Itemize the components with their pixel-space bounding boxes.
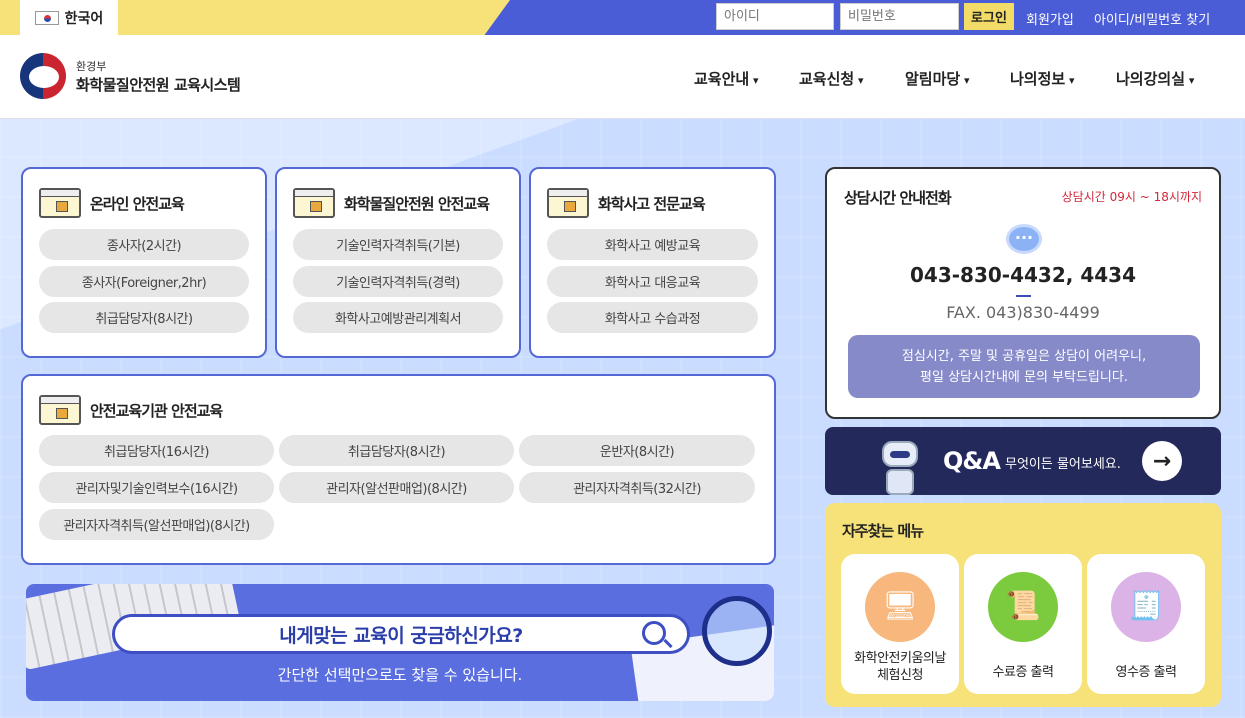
- qna-banner[interactable]: Q&A 무엇이든 물어보세요. →: [825, 427, 1221, 495]
- course-item[interactable]: 운반자(8시간): [519, 435, 755, 466]
- robot-icon: [870, 433, 930, 495]
- course-item[interactable]: 관리자자격취득(32시간): [519, 472, 755, 503]
- course-item[interactable]: 기술인력자격취득(경력): [293, 266, 503, 297]
- frequent-menu: 자주찾는 메뉴 🖥 화학안전키움의날 체험신청 📜 수료증 출력 🧾 영수증 출…: [825, 503, 1221, 707]
- site-title[interactable]: 화학물질안전원 교육시스템: [76, 74, 241, 95]
- frequent-item-receipt[interactable]: 🧾 영수증 출력: [1087, 554, 1205, 694]
- course-card-institute: 화학물질안전원 안전교육 기술인력자격취득(기본) 기술인력자격취득(경력) 화…: [275, 167, 521, 358]
- nav-education-info[interactable]: 교육안내: [694, 68, 759, 89]
- course-item[interactable]: 화학사고예방관리계획서: [293, 302, 503, 333]
- banner-subtext: 간단한 선택만으로도 찾을 수 있습니다.: [277, 666, 523, 684]
- monitor-icon: 🖥: [865, 572, 935, 642]
- course-card-online: 온라인 안전교육 종사자(2시간) 종사자(Foreigner,2hr) 취급담…: [21, 167, 267, 358]
- course-item[interactable]: 기술인력자격취득(기본): [293, 229, 503, 260]
- korean-flag-icon: [34, 10, 59, 25]
- course-item[interactable]: 종사자(2시간): [39, 229, 249, 260]
- nav-education-apply[interactable]: 교육신청: [799, 68, 864, 89]
- fax-number: FAX. 043)830-4499: [946, 303, 1100, 322]
- course-item[interactable]: 화학사고 수습과정: [547, 302, 758, 333]
- search-icon: [642, 621, 666, 645]
- magnifier-illustration: [702, 596, 772, 666]
- nav-notices[interactable]: 알림마당: [905, 68, 970, 89]
- site-header: 환경부 화학물질안전원 교육시스템 교육안내 교육신청 알림마당 나의정보 나의…: [0, 35, 1245, 119]
- government-logo-icon[interactable]: [20, 53, 66, 99]
- course-item[interactable]: 취급담당자(8시간): [39, 302, 249, 333]
- lock-window-icon: [39, 188, 81, 218]
- course-item[interactable]: 취급담당자(16시간): [39, 435, 274, 466]
- course-card-accident: 화학사고 전문교육 화학사고 예방교육 화학사고 대응교육 화학사고 수습과정: [529, 167, 776, 358]
- contact-hours: 상담시간 09시 ~ 18시까지: [1061, 190, 1202, 204]
- course-card-title: 화학물질안전원 안전교육: [344, 194, 490, 213]
- lock-window-icon: [547, 188, 589, 218]
- login-button[interactable]: 로그인: [964, 3, 1014, 30]
- contact-notice: 점심시간, 주말 및 공휴일은 상담이 어려우니, 평일 상담시간내에 문의 부…: [848, 335, 1200, 398]
- language-label: 한국어: [64, 10, 104, 27]
- find-account-link[interactable]: 아이디/비밀번호 찾기: [1094, 9, 1210, 28]
- nav-my-info[interactable]: 나의정보: [1010, 68, 1075, 89]
- divider: [1016, 295, 1031, 297]
- course-item[interactable]: 취급담당자(8시간): [279, 435, 514, 466]
- course-card-title: 온라인 안전교육: [90, 194, 185, 213]
- contact-panel: 상담시간 안내전화 상담시간 09시 ~ 18시까지 043-830-4432,…: [825, 167, 1221, 419]
- qna-title: Q&A: [943, 447, 1001, 475]
- certificate-icon: 📜: [988, 572, 1058, 642]
- frequent-item-certificate[interactable]: 📜 수료증 출력: [964, 554, 1082, 694]
- course-item[interactable]: 화학사고 대응교육: [547, 266, 758, 297]
- lock-window-icon: [293, 188, 335, 218]
- course-item[interactable]: 관리자및기술인력보수(16시간): [39, 472, 274, 503]
- course-card-title: 화학사고 전문교육: [598, 194, 706, 213]
- ministry-label: 환경부: [76, 60, 107, 73]
- top-utility-bar: 한국어 로그인 회원가입 아이디/비밀번호 찾기: [0, 0, 1245, 35]
- id-input[interactable]: [716, 3, 834, 30]
- phone-number: 043-830-4432, 4434: [910, 263, 1136, 287]
- signup-link[interactable]: 회원가입: [1026, 9, 1074, 28]
- course-finder-banner[interactable]: 내게맞는 교육이 궁금하신가요? 간단한 선택만으로도 찾을 수 있습니다.: [26, 584, 774, 701]
- headset-chat-icon: [1006, 224, 1042, 254]
- course-card-title: 안전교육기관 안전교육: [90, 401, 223, 420]
- language-selector[interactable]: 한국어: [20, 0, 118, 35]
- banner-headline[interactable]: 내게맞는 교육이 궁금하신가요?: [112, 614, 690, 654]
- frequent-item-safety-day[interactable]: 🖥 화학안전키움의날 체험신청: [841, 554, 959, 694]
- arrow-right-icon[interactable]: →: [1142, 441, 1182, 481]
- frequent-menu-title: 자주찾는 메뉴: [842, 522, 924, 540]
- course-item[interactable]: 화학사고 예방교육: [547, 229, 758, 260]
- qna-subtitle: 무엇이든 물어보세요.: [1005, 457, 1121, 472]
- contact-title: 상담시간 안내전화: [844, 189, 952, 207]
- nav-my-classroom[interactable]: 나의강의실: [1116, 68, 1194, 89]
- course-item[interactable]: 관리자(알선판매업)(8시간): [279, 472, 514, 503]
- receipt-icon: 🧾: [1111, 572, 1181, 642]
- course-card-agency: 안전교육기관 안전교육 취급담당자(16시간) 취급담당자(8시간) 운반자(8…: [21, 374, 776, 565]
- lock-window-icon: [39, 395, 81, 425]
- course-item[interactable]: 관리자자격취득(알선판매업)(8시간): [39, 509, 274, 540]
- course-item[interactable]: 종사자(Foreigner,2hr): [39, 266, 249, 297]
- password-input[interactable]: [840, 3, 959, 30]
